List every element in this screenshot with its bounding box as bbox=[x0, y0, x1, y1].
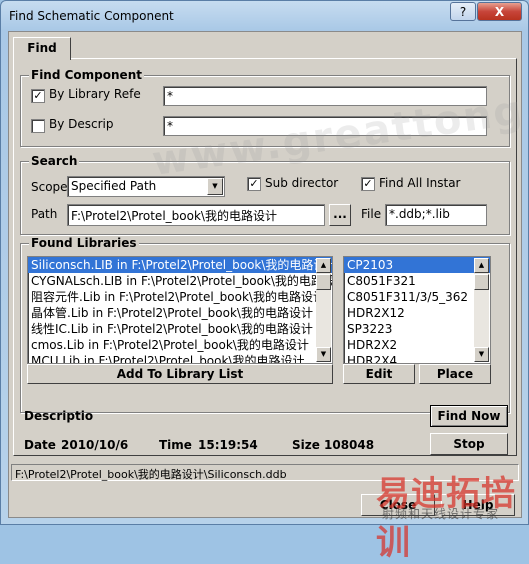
find-component-group: Find Component ✓ By Library Refe * By De… bbox=[20, 68, 510, 147]
list-item-library[interactable]: 晶体管.Lib in F:\Protel2\Protel_book\我的电路设计 bbox=[28, 305, 332, 321]
status-path: F:\Protel2\Protel_book\我的电路设计\Siliconsch… bbox=[15, 468, 287, 481]
status-bar: F:\Protel2\Protel_book\我的电路设计\Siliconsch… bbox=[11, 464, 519, 481]
list-item-library[interactable]: 阻容元件.Lib in F:\Protel2\Protel_book\我的电路设… bbox=[28, 289, 332, 305]
add-to-library-list-button[interactable]: Add To Library List bbox=[27, 364, 333, 384]
stop-button[interactable]: Stop bbox=[430, 433, 508, 455]
browse-button[interactable]: ... bbox=[329, 204, 351, 226]
list-item-library[interactable]: 线性IC.Lib in F:\Protel2\Protel_book\我的电路设… bbox=[28, 321, 332, 337]
found-libraries-group: Found Libraries Siliconsch.LIB in F:\Pro… bbox=[20, 236, 510, 413]
scroll-up-icon[interactable]: ▲ bbox=[474, 258, 489, 273]
library-ref-input[interactable]: * bbox=[163, 86, 487, 106]
close-button[interactable]: Close bbox=[361, 494, 435, 516]
list-item-component[interactable]: CP2103 bbox=[344, 257, 490, 273]
list-item-component[interactable]: C8051F311/3/5_362 bbox=[344, 289, 490, 305]
scope-select[interactable]: Specified Path ▼ bbox=[67, 176, 225, 197]
scroll-thumb[interactable] bbox=[474, 274, 489, 290]
scope-label: Scope bbox=[31, 180, 67, 194]
search-group: Search Scope Specified Path ▼ ✓ Sub dire… bbox=[20, 154, 510, 235]
file-mask-input[interactable]: *.ddb;*.lib bbox=[385, 204, 487, 226]
list-item-library[interactable]: MCU.Lib in F:\Protel2\Protel_book\我的电路设计 bbox=[28, 353, 332, 363]
dialog-client: Find Find Component ✓ By Library Refe * … bbox=[8, 31, 522, 518]
help-button[interactable]: Help bbox=[441, 494, 515, 516]
list-item-library[interactable]: cmos.Lib in F:\Protel2\Protel_book\我的电路设… bbox=[28, 337, 332, 353]
dialog-window: Find Schematic Component ? X Find Find C… bbox=[0, 0, 529, 525]
description-label: Descriptio bbox=[24, 409, 94, 423]
list-item-component[interactable]: HDR2X12 bbox=[344, 305, 490, 321]
list-item-component[interactable]: HDR2X2 bbox=[344, 337, 490, 353]
sub-directories-label: Sub director bbox=[265, 176, 339, 190]
find-all-instances-label: Find All Instar bbox=[379, 176, 461, 190]
tab-pane: Find Component ✓ By Library Refe * By De… bbox=[13, 58, 517, 456]
file-label: File bbox=[361, 207, 382, 221]
title-bar[interactable]: Find Schematic Component ? X bbox=[1, 1, 528, 31]
size-value: 108048 bbox=[324, 438, 375, 452]
scroll-down-icon[interactable]: ▼ bbox=[474, 347, 489, 362]
find-now-button[interactable]: Find Now bbox=[430, 405, 508, 427]
components-list[interactable]: CP2103 C8051F321 C8051F311/3/5_362 HDR2X… bbox=[343, 256, 491, 364]
by-description-label: By Descrip bbox=[49, 117, 114, 131]
list-item-component[interactable]: SP3223 bbox=[344, 321, 490, 337]
sub-directories-checkbox[interactable]: ✓ bbox=[247, 177, 261, 191]
time-value: 15:19:54 bbox=[198, 438, 258, 452]
scope-value: Specified Path bbox=[71, 179, 157, 193]
title-help-button[interactable]: ? bbox=[450, 2, 476, 21]
scroll-down-icon[interactable]: ▼ bbox=[316, 347, 331, 362]
found-libraries-title: Found Libraries bbox=[29, 236, 139, 250]
list-item-library[interactable]: CYGNALsch.LIB in F:\Protel2\Protel_book\… bbox=[28, 273, 332, 289]
place-button[interactable]: Place bbox=[419, 364, 491, 384]
by-library-ref-label: By Library Refe bbox=[49, 87, 141, 101]
title-close-button[interactable]: X bbox=[477, 2, 522, 21]
window-title: Find Schematic Component bbox=[9, 9, 174, 23]
scroll-up-icon[interactable]: ▲ bbox=[316, 258, 331, 273]
path-input[interactable]: F:\Protel2\Protel_book\我的电路设计 bbox=[67, 204, 325, 226]
date-value: 2010/10/6 bbox=[61, 438, 129, 452]
list-item-component[interactable]: C8051F321 bbox=[344, 273, 490, 289]
edit-button[interactable]: Edit bbox=[343, 364, 415, 384]
components-scrollbar[interactable]: ▲ ▼ bbox=[474, 258, 489, 362]
search-title: Search bbox=[29, 154, 80, 168]
find-all-instances-checkbox[interactable]: ✓ bbox=[361, 177, 375, 191]
path-label: Path bbox=[31, 207, 58, 221]
by-description-checkbox[interactable] bbox=[31, 119, 45, 133]
libraries-list[interactable]: Siliconsch.LIB in F:\Protel2\Protel_book… bbox=[27, 256, 333, 364]
chevron-down-icon[interactable]: ▼ bbox=[207, 178, 223, 195]
list-item-library[interactable]: Siliconsch.LIB in F:\Protel2\Protel_book… bbox=[28, 257, 332, 273]
list-item-component[interactable]: HDR2X4 bbox=[344, 353, 490, 363]
libraries-scrollbar[interactable]: ▲ ▼ bbox=[316, 258, 331, 362]
tab-find[interactable]: Find bbox=[13, 37, 71, 60]
time-label: Time bbox=[159, 438, 192, 452]
scroll-thumb[interactable] bbox=[316, 274, 331, 290]
by-library-ref-checkbox[interactable]: ✓ bbox=[31, 89, 45, 103]
size-label: Size bbox=[292, 438, 320, 452]
date-label: Date bbox=[24, 438, 56, 452]
find-component-title: Find Component bbox=[29, 68, 144, 82]
description-input[interactable]: * bbox=[163, 116, 487, 136]
